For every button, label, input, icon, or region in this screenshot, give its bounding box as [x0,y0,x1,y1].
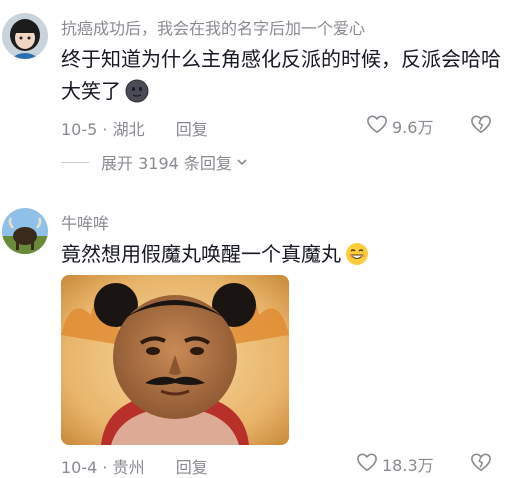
heart-icon [366,114,388,138]
user-avatar[interactable] [2,208,48,254]
separator-dot: · [102,120,108,139]
separator-dot: · [102,458,108,477]
like-button[interactable]: 9.6万 [366,114,433,138]
like-button[interactable]: 18.3万 [356,452,434,476]
like-count: 9.6万 [392,118,434,137]
chevron-down-icon [236,156,248,168]
broken-heart-icon [470,453,492,476]
expand-replies[interactable]: 展开 3194 条回复 [61,150,248,174]
dislike-button[interactable] [470,114,492,138]
comment-date: 10-4 [61,458,98,477]
comment-text: 终于知道为什么主角感化反派的时候，反派会哈哈大笑了 [61,43,501,112]
username[interactable]: 抗癌成功后，我会在我的名字后加一个爱心 [61,15,365,39]
comment-meta: 10-5 · 湖北 回复 [61,116,208,140]
comment-date: 10-5 [61,120,98,139]
expand-replies-label: 展开 3194 条回复 [101,154,232,173]
smiling-emoji [345,242,369,275]
divider-line [61,161,89,163]
broken-heart-icon [470,115,492,138]
username[interactable]: 牛哞哞 [61,210,109,234]
heart-icon [356,452,378,476]
meme-image[interactable] [61,275,289,445]
user-avatar[interactable] [2,13,48,59]
comment-location: 贵州 [112,458,145,477]
comment-meta: 10-4 · 贵州 回复 [61,454,208,478]
comment-text: 竟然想用假魔丸唤醒一个真魔丸 [61,238,501,275]
comment-location: 湖北 [112,120,145,139]
dark-moon-face-emoji [125,79,149,112]
like-count: 18.3万 [382,456,434,475]
dislike-button[interactable] [470,452,492,476]
comment-text-body: 竟然想用假魔丸唤醒一个真魔丸 [61,242,341,266]
reply-button[interactable]: 回复 [176,458,208,477]
reply-button[interactable]: 回复 [176,120,208,139]
